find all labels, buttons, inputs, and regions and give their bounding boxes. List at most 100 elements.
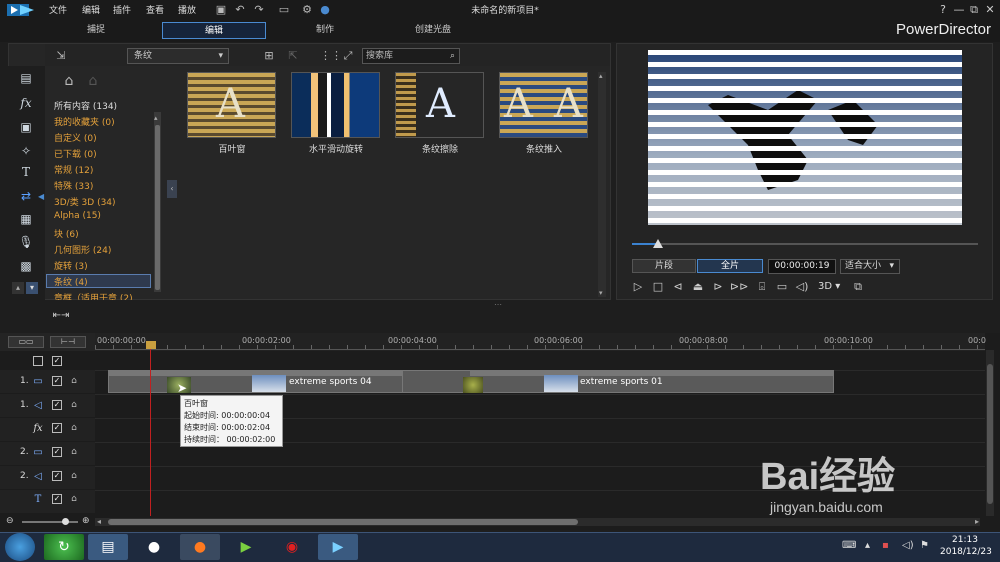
scroll-down-arrow-icon[interactable]: ▾ (599, 289, 603, 297)
split-marker-icon[interactable]: ⏏ (690, 279, 706, 295)
category-item[interactable]: 章框（适用于章 (2) (54, 291, 133, 300)
lock-icon[interactable]: ⌂ (69, 423, 79, 433)
category-item[interactable]: 条纹 (4) (54, 275, 88, 289)
redo-icon[interactable]: ↷ (252, 3, 266, 17)
collapse-panel-button[interactable]: ‹ (167, 180, 177, 198)
storyboard-view-icon[interactable]: ⊢⊣ (50, 336, 86, 348)
taskbar-recorder-icon[interactable]: ◉ (272, 534, 312, 560)
particle-room-icon[interactable]: ✧ (16, 142, 36, 160)
playhead-line[interactable] (150, 344, 151, 516)
fit-timeline-icon[interactable]: ⇤⇥ (52, 310, 70, 324)
category-select[interactable]: 条纹 ▾ (127, 48, 229, 64)
track-enable-checkbox[interactable]: ✓ (52, 471, 62, 481)
zoom-slider-knob[interactable] (62, 518, 69, 525)
fast-forward-icon[interactable]: ⊳⊳ (730, 279, 748, 295)
menu-plugins[interactable]: 插件 (113, 3, 131, 16)
3d-mode-button[interactable]: 3D ▾ (818, 279, 840, 295)
remove-tag-icon[interactable]: ⌂ (86, 74, 100, 88)
play-icon[interactable]: ▷ (630, 279, 646, 295)
fx-room-icon[interactable]: fx (16, 94, 36, 112)
scroll-up-arrow-icon[interactable]: ▴ (154, 114, 158, 122)
zoom-in-icon[interactable]: ⊕ (82, 516, 90, 526)
enable-all-checkbox[interactable]: ✓ (52, 356, 62, 366)
playhead-handle[interactable] (146, 341, 156, 349)
stop-icon[interactable]: □ (650, 279, 666, 295)
tab-edit[interactable]: 编辑 (162, 22, 266, 39)
transition-thumbnail-stripe-push[interactable]: A A (499, 72, 588, 138)
pip-room-icon[interactable]: ▣ (16, 118, 36, 136)
zoom-fit-select[interactable]: 适合大小 ▾ (840, 259, 900, 274)
lock-icon[interactable]: ⌂ (69, 494, 79, 504)
media-room-icon[interactable]: ▤ (16, 69, 36, 87)
track-enable-checkbox[interactable]: ✓ (52, 494, 62, 504)
previous-frame-icon[interactable]: ⊲ (670, 279, 686, 295)
expand-icon[interactable]: ⤢ (341, 49, 355, 63)
lock-icon[interactable]: ⌂ (69, 376, 79, 386)
taskbar-app-icon[interactable]: ▶ (226, 534, 266, 560)
chapter-room-icon[interactable]: ▩ (16, 257, 36, 275)
category-item[interactable]: 所有内容 (134) (54, 99, 117, 113)
scroll-left-arrow-icon[interactable]: ◂ (97, 517, 101, 526)
select-all-tracks-box[interactable] (33, 356, 43, 366)
splitter-grip-icon[interactable]: ⋯ (494, 300, 502, 309)
add-favorite-tag-icon[interactable]: ⌂ (62, 74, 76, 88)
start-button[interactable] (5, 533, 35, 561)
taskbar-powerdirector-icon[interactable]: ▶ (318, 534, 358, 560)
timeline-hscroll-thumb[interactable] (108, 519, 578, 525)
new-file-icon[interactable]: ⊞ (262, 49, 276, 63)
category-item[interactable]: 我的收藏夹 (0) (54, 115, 115, 129)
library-scrollbar[interactable] (598, 72, 606, 297)
track-enable-checkbox[interactable]: ✓ (52, 400, 62, 410)
category-item[interactable]: 特殊 (33) (54, 179, 93, 193)
category-item[interactable]: 旋转 (3) (54, 259, 88, 273)
search-icon[interactable]: ⌕ (450, 49, 455, 63)
search-input[interactable]: 搜索库 ⌕ (362, 48, 460, 64)
track-enable-checkbox[interactable]: ✓ (52, 447, 62, 457)
help-button[interactable]: ? (935, 2, 951, 18)
zoom-out-icon[interactable]: ⊖ (6, 516, 14, 526)
category-item[interactable]: 几何图形 (24) (54, 243, 111, 257)
tray-expand-icon[interactable]: ▴ (865, 540, 870, 551)
movie-mode-button[interactable]: 全片 (697, 259, 763, 273)
tray-clock[interactable]: 21:13 2018/12/23 (940, 534, 992, 558)
scroll-up-icon[interactable]: ▴ (12, 282, 24, 294)
zoom-slider-track[interactable] (22, 521, 78, 523)
settings-gear-icon[interactable]: ⚙ (300, 3, 314, 17)
tab-produce[interactable]: 制作 (290, 22, 360, 39)
menu-play[interactable]: 播放 (178, 3, 196, 16)
taskbar-app-360-icon[interactable]: ↻ (44, 534, 84, 560)
clip-mode-button[interactable]: 片段 (632, 259, 696, 273)
grid-view-icon[interactable]: ⋮⋮ (320, 49, 342, 63)
scroll-up-arrow-icon[interactable]: ▴ (599, 72, 603, 80)
lock-icon[interactable]: ⌂ (69, 471, 79, 481)
menu-edit[interactable]: 编辑 (82, 3, 100, 16)
upgrade-icon[interactable]: ● (318, 3, 332, 17)
category-item[interactable]: Alpha (15) (54, 211, 101, 225)
category-item[interactable]: 3D/类 3D (34) (54, 195, 116, 209)
volume-icon[interactable]: ◁) (794, 279, 810, 295)
title-room-icon[interactable]: T (16, 163, 36, 181)
microphone-icon[interactable]: 🎙 (16, 233, 36, 251)
transition-marker[interactable] (463, 377, 483, 393)
timecode-display[interactable]: 00:00:00:19 (768, 259, 836, 274)
transition-thumbnail-blinds[interactable]: A (187, 72, 276, 138)
tab-capture[interactable]: 捕捉 (60, 22, 132, 39)
subtitle-icon[interactable]: ▭ (774, 279, 790, 295)
aspect-ratio-icon[interactable]: ▭ (273, 3, 295, 17)
transition-room-icon[interactable]: ⇄ (16, 187, 36, 205)
category-item[interactable]: 块 (6) (54, 227, 79, 241)
minimize-button[interactable]: — (951, 2, 967, 18)
tray-volume-icon[interactable]: ◁) (902, 540, 914, 551)
undock-preview-icon[interactable]: ⧉ (850, 279, 866, 295)
menu-view[interactable]: 查看 (146, 3, 164, 16)
tray-keyboard-icon[interactable]: ⌨ (842, 540, 856, 551)
taskbar-explorer-icon[interactable]: ▤ (88, 534, 128, 560)
category-item[interactable]: 自定义 (0) (54, 131, 97, 145)
tray-network-icon[interactable]: ▪ (882, 540, 889, 551)
lock-icon[interactable]: ⌂ (69, 400, 79, 410)
tab-create-disc[interactable]: 创建光盘 (397, 22, 469, 39)
scroll-down-icon[interactable]: ▾ (26, 282, 38, 294)
transition-thumbnail-stripe-wipe[interactable]: A (395, 72, 484, 138)
audio-mixing-icon[interactable]: ▦ (16, 210, 36, 228)
category-item[interactable]: 常规 (12) (54, 163, 93, 177)
